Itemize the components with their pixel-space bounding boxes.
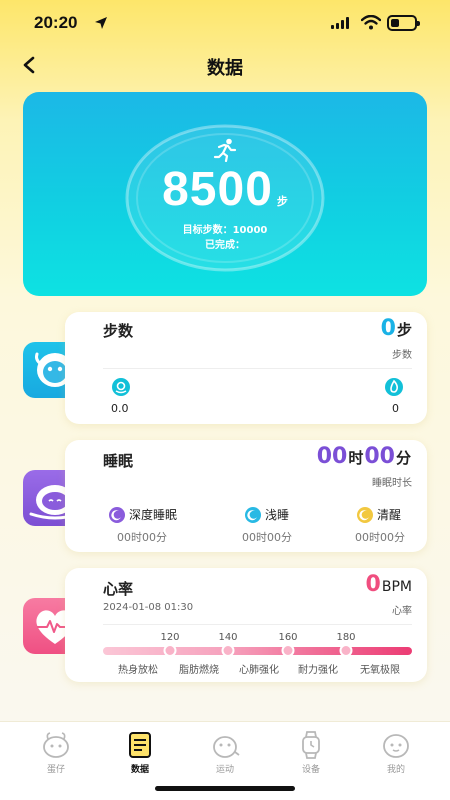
hr-tick-label: 180 xyxy=(336,632,356,643)
heart-rate-timestamp: 2024-01-08 01:30 xyxy=(103,602,194,613)
step-goal-text: 目标步数：10000 xyxy=(182,225,268,236)
tab-device[interactable]: 设备 xyxy=(281,730,341,775)
moon-icon xyxy=(245,506,261,523)
tab-data[interactable]: 数据 xyxy=(110,730,170,775)
light-sleep-stat: 浅睡 00时00分 xyxy=(242,506,355,545)
zone-marker xyxy=(163,644,177,657)
hr-zone-label: 无氧极限 xyxy=(360,665,400,676)
moon-icon xyxy=(109,506,125,523)
hero-step-count: 8500 步 xyxy=(23,162,427,217)
heart-card-title: 心率 xyxy=(103,580,134,598)
hr-zone-label: 热身放松 xyxy=(118,665,158,676)
zone-marker xyxy=(281,644,295,657)
hr-zone-label: 脂肪燃烧 xyxy=(179,665,219,676)
watch-icon xyxy=(302,731,320,759)
hr-tick-label: 120 xyxy=(160,632,180,643)
steps-card-title: 步数 xyxy=(103,322,134,340)
sleep-hours: 00 xyxy=(316,444,348,469)
running-person-icon xyxy=(213,138,237,162)
heart-sub-label: 心率 xyxy=(392,606,412,617)
deep-sleep-stat: 深度睡眠 00时00分 xyxy=(109,506,219,545)
page-title: 数据 xyxy=(207,58,243,79)
data-report-icon xyxy=(129,732,151,758)
zone-marker xyxy=(339,644,353,657)
steps-number: 0 xyxy=(380,316,396,341)
awake-stat: 清醒 00时00分 xyxy=(355,506,450,545)
location-arrow-icon xyxy=(95,17,107,29)
hr-tick-label: 140 xyxy=(218,632,238,643)
deep-sleep-value: 00时00分 xyxy=(117,531,167,544)
tab-egg-pet[interactable]: 蛋仔 xyxy=(26,730,86,775)
divider xyxy=(103,368,412,369)
steps-unit: 步 xyxy=(396,321,412,339)
awake-value: 00时00分 xyxy=(355,531,405,544)
steps-sub-label: 步数 xyxy=(392,350,412,361)
heart-rate-unit: BPM xyxy=(381,579,412,595)
hero-step-unit: 步 xyxy=(276,195,288,208)
battery-icon xyxy=(387,15,420,31)
wifi-icon xyxy=(361,15,381,30)
zone-marker xyxy=(221,644,235,657)
hero-step-card: 8500 步 目标步数：10000 已完成： xyxy=(23,92,427,296)
heart-rate-value: 0BPM xyxy=(366,572,412,597)
step-completed-text: 已完成： xyxy=(205,240,245,251)
hr-zone-label: 心肺强化 xyxy=(239,665,279,676)
sport-icon xyxy=(213,736,240,758)
heart-rate-number: 0 xyxy=(365,572,381,597)
distance-icon xyxy=(112,378,130,396)
light-sleep-value: 00时00分 xyxy=(242,531,292,544)
cellular-signal-icon xyxy=(331,17,349,29)
hr-tick-label: 160 xyxy=(278,632,298,643)
calorie-flame-icon xyxy=(385,378,403,396)
tab-label: 设备 xyxy=(301,765,320,775)
tab-label: 运动 xyxy=(215,765,234,775)
heart-rate-zone-bar xyxy=(103,647,412,655)
sleep-hours-unit: 时 xyxy=(348,449,364,467)
sleep-duration-value: 00时00分 xyxy=(317,444,412,469)
awake-label: 清醒 xyxy=(377,508,402,522)
tab-profile[interactable]: 我的 xyxy=(366,730,426,775)
tab-label: 我的 xyxy=(386,765,405,775)
distance-value: 0.0 xyxy=(111,402,129,415)
sun-icon xyxy=(357,506,373,523)
home-indicator xyxy=(155,786,295,791)
steps-card[interactable]: 步数 0步 步数 0.0 0 xyxy=(65,312,427,424)
status-bar: 20:20 xyxy=(0,0,450,46)
heart-rate-card[interactable]: 心率 0BPM 2024-01-08 01:30 心率 120 140 160 … xyxy=(65,568,427,682)
sleep-card-title: 睡眠 xyxy=(103,452,134,470)
sleep-sub-label: 睡眠时长 xyxy=(372,478,412,489)
egg-pet-icon xyxy=(43,732,69,758)
status-time: 20:20 xyxy=(34,13,78,32)
hero-step-value: 8500 xyxy=(162,163,273,216)
sleep-minutes: 00 xyxy=(364,444,395,469)
tab-sport[interactable]: 运动 xyxy=(195,730,255,775)
light-sleep-label: 浅睡 xyxy=(265,508,290,522)
hr-zone-label: 耐力强化 xyxy=(298,665,338,676)
divider xyxy=(103,624,412,625)
tab-label: 数据 xyxy=(130,765,149,775)
calorie-value: 0 xyxy=(392,402,399,415)
steps-value: 0步 xyxy=(381,316,412,341)
profile-icon xyxy=(383,734,409,758)
deep-sleep-label: 深度睡眠 xyxy=(129,508,178,522)
sleep-minutes-unit: 分 xyxy=(395,449,411,467)
tab-label: 蛋仔 xyxy=(46,765,65,775)
sleep-card[interactable]: 睡眠 00时00分 睡眠时长 深度睡眠 00时00分 浅睡 00时00分 清醒 … xyxy=(65,440,427,552)
